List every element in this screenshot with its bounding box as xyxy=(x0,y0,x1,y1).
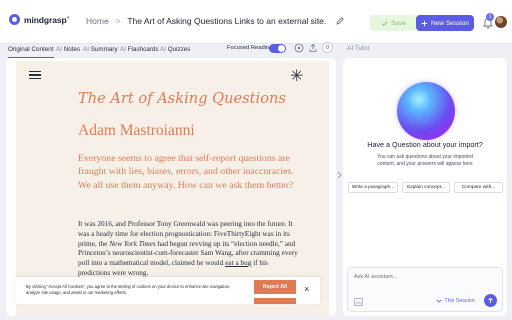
save-button[interactable]: Save xyxy=(370,15,417,31)
article-lead: Everyone seems to agree that self-report… xyxy=(78,153,294,191)
brand-name: mindgrasp® xyxy=(24,14,70,25)
suggestion-chip[interactable]: Compare with... xyxy=(454,182,503,193)
suggestion-chip[interactable]: Write a paragraph... xyxy=(348,182,398,193)
page-title: The Art of Asking Questions Links to an … xyxy=(127,16,327,26)
tab-prefix: AI xyxy=(120,46,126,53)
ai-tutor-panel: Have a Question about your import? You c… xyxy=(343,58,507,316)
tab-ai-notes[interactable]: AI Notes xyxy=(56,46,80,58)
suggestion-chip[interactable]: Explain concept... xyxy=(402,182,450,193)
ask-box: This Session xyxy=(347,267,503,312)
tab-ai-quizzes[interactable]: AI Quizzes xyxy=(160,46,190,58)
scope-dropdown[interactable]: This Session xyxy=(433,295,478,307)
ai-orb xyxy=(397,82,455,140)
article-author: Adam Mastroianni xyxy=(78,122,195,139)
ai-tutor-heading: AI Tutor xyxy=(347,45,370,52)
chevron-right-icon[interactable] xyxy=(337,171,342,179)
cookie-banner: By clicking “Accept All Cookies”, you ag… xyxy=(15,277,320,304)
article-body: It was 2016, and Professor Tony Greenwal… xyxy=(78,220,298,277)
tab-original-content[interactable]: Original Content xyxy=(8,46,54,58)
logo-icon xyxy=(9,14,20,25)
asterisk-icon: ✳ xyxy=(290,68,304,85)
tab-label: Original Content xyxy=(8,46,54,53)
breadcrumb-home[interactable]: Home xyxy=(86,16,109,26)
new-session-label: New Session xyxy=(431,19,469,27)
tab-label: Summary xyxy=(90,46,118,53)
scope-label: This Session xyxy=(444,298,475,304)
tab-label: Flashcards xyxy=(127,46,159,53)
italic-text: New York Times xyxy=(109,239,156,248)
send-button[interactable] xyxy=(484,294,497,307)
menu-icon[interactable] xyxy=(29,71,41,80)
image-upload-icon[interactable] xyxy=(354,298,363,306)
tab-label: Notes xyxy=(63,46,81,53)
play-icon[interactable] xyxy=(294,43,304,53)
new-session-button[interactable]: New Session xyxy=(416,15,474,31)
breadcrumb: Home > The Art of Asking Questions Links… xyxy=(86,16,345,26)
reject-all-button[interactable]: Reject All xyxy=(254,280,296,294)
cookie-text: By clicking “Accept All Cookies”, you ag… xyxy=(26,284,231,296)
chevron-down-icon xyxy=(436,299,442,303)
top-bar: mindgrasp® Home > The Art of Asking Ques… xyxy=(0,0,512,44)
ask-input[interactable] xyxy=(354,274,494,280)
tab-prefix: AI xyxy=(160,46,166,53)
notification-badge: 1 xyxy=(486,13,494,21)
tab-prefix: AI xyxy=(56,46,62,53)
focused-reading-label: Focused Reading xyxy=(227,45,273,51)
tab-prefix: AI xyxy=(83,46,89,53)
save-label: Save xyxy=(391,19,406,27)
tutor-question: Have a Question about your import? xyxy=(367,140,483,149)
arrow-up-icon xyxy=(488,297,493,303)
share-icon[interactable] xyxy=(308,43,318,53)
plus-icon xyxy=(421,20,428,26)
logo[interactable]: mindgrasp® xyxy=(9,14,70,25)
close-icon[interactable]: × xyxy=(304,284,309,294)
tab-ai-summary[interactable]: AI Summary xyxy=(83,46,118,58)
check-icon xyxy=(381,20,388,26)
focused-reading-toggle[interactable] xyxy=(269,44,286,53)
breadcrumb-separator: > xyxy=(115,16,121,26)
article-title: The Art of Asking Questions xyxy=(78,90,286,107)
tutor-subtext: You can ask questions about your importe… xyxy=(377,154,473,167)
app-window: mindgrasp® Home > The Art of Asking Ques… xyxy=(0,0,512,320)
tab-ai-flashcards[interactable]: AI Flashcards xyxy=(120,46,159,58)
tab-label: Quizzes xyxy=(167,46,191,53)
avatar[interactable] xyxy=(495,16,507,28)
pencil-icon[interactable] xyxy=(335,16,345,26)
accept-cookies-button[interactable] xyxy=(254,298,296,304)
article-link[interactable]: eat a bug xyxy=(225,259,251,267)
counter-badge[interactable]: 0 xyxy=(322,42,333,53)
